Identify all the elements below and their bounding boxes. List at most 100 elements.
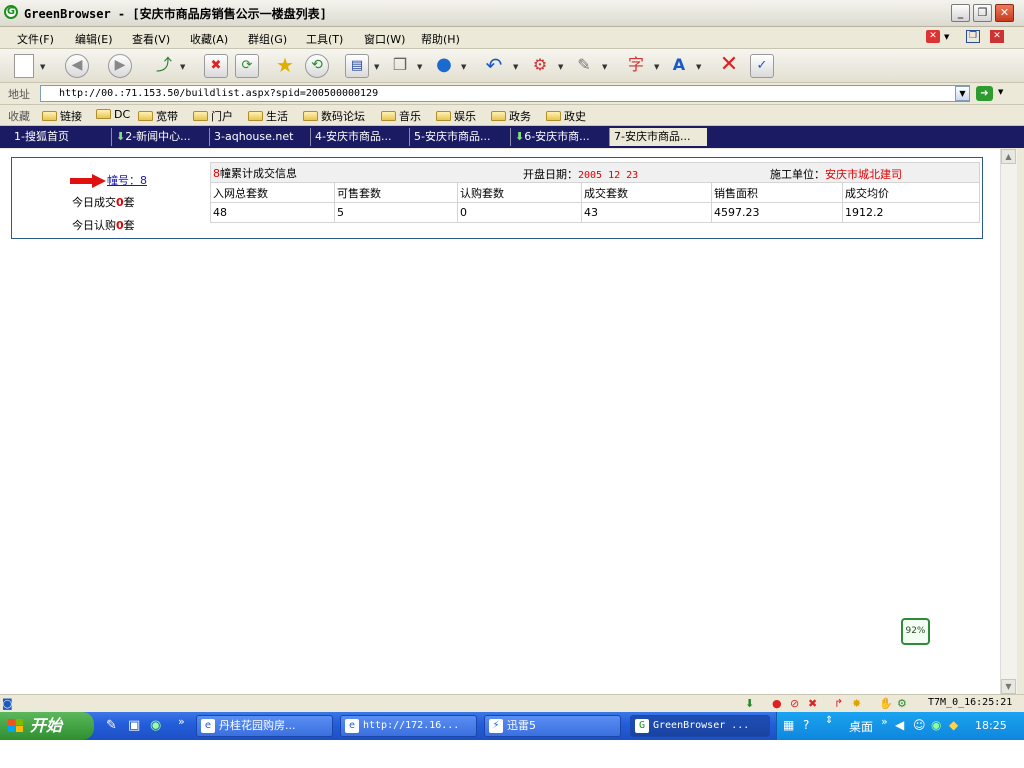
- fav-links[interactable]: 链接: [42, 108, 82, 124]
- tray-arrows-icon[interactable]: ⇕: [825, 715, 833, 726]
- history-icon[interactable]: ⟲: [305, 54, 329, 78]
- undo-icon[interactable]: ↶: [482, 54, 506, 78]
- go-button[interactable]: ➜: [976, 86, 993, 101]
- folder-icon: [436, 111, 451, 121]
- scroll-down-icon[interactable]: ▼: [1001, 679, 1016, 694]
- favorite-star-icon[interactable]: ★: [273, 54, 297, 78]
- restore-button[interactable]: ❐: [973, 4, 992, 22]
- plugin-icon[interactable]: ⚙: [528, 54, 552, 78]
- chevron-down-icon[interactable]: ▼: [461, 63, 466, 71]
- task-item[interactable]: ⚡ 迅雷5: [484, 715, 621, 737]
- chevron-down-icon[interactable]: ▼: [374, 63, 379, 71]
- building-number-link[interactable]: 幢号：8: [107, 172, 147, 188]
- menu-groups[interactable]: 群组(G): [248, 31, 287, 47]
- tray-expand-icon[interactable]: ◀: [895, 718, 904, 732]
- font-size-icon[interactable]: A: [667, 54, 691, 78]
- folder-icon: [491, 111, 506, 121]
- menu-tools[interactable]: 工具(T): [306, 31, 343, 47]
- check-document-icon[interactable]: ✓: [750, 54, 774, 78]
- fav-life[interactable]: 生活: [248, 108, 288, 124]
- restore-tab-icon[interactable]: ❐: [966, 30, 980, 43]
- menu-favorites[interactable]: 收藏(A): [190, 31, 228, 47]
- up-folder-icon[interactable]: ⤴: [152, 54, 176, 78]
- desktop-toolbar-label[interactable]: 桌面: [849, 718, 873, 735]
- tray-help-icon[interactable]: ?: [803, 718, 809, 732]
- menu-window[interactable]: 窗口(W): [364, 31, 405, 47]
- tab-5[interactable]: 5-安庆市商品...: [409, 128, 509, 146]
- tray-user-icon[interactable]: ☺: [913, 718, 926, 732]
- minimize-button[interactable]: _: [951, 4, 970, 22]
- tab-7-active[interactable]: 7-安庆市商品...: [609, 128, 707, 146]
- close-tab-icon[interactable]: ✕: [926, 30, 940, 43]
- fav-music[interactable]: 音乐: [381, 108, 421, 124]
- task-item-active[interactable]: G GreenBrowser ...: [630, 715, 770, 737]
- palette-icon[interactable]: ✎: [572, 54, 596, 78]
- quicklaunch-pen-icon[interactable]: ✎: [106, 718, 117, 733]
- flash-icon[interactable]: ✸: [852, 697, 861, 710]
- url-input[interactable]: http://00.:71.153.50/buildlist.aspx?spid…: [40, 85, 970, 102]
- fav-government[interactable]: 政务: [491, 108, 531, 124]
- chevron-down-icon[interactable]: ▼: [998, 88, 1003, 96]
- greenbrowser-app-icon[interactable]: G: [4, 5, 18, 19]
- zoom-indicator[interactable]: 92%: [901, 618, 930, 645]
- block-icon[interactable]: ●: [772, 697, 782, 710]
- fav-history[interactable]: 政史: [546, 108, 586, 124]
- hand-icon[interactable]: ✋: [879, 697, 893, 710]
- fav-broadband[interactable]: 宽带: [138, 108, 178, 124]
- translate-icon[interactable]: 字: [624, 54, 648, 78]
- back-icon[interactable]: ◀: [65, 54, 89, 78]
- chevron-down-icon[interactable]: ▼: [696, 63, 701, 71]
- fav-entertainment[interactable]: 娱乐: [436, 108, 476, 124]
- chevron-down-icon[interactable]: ▼: [602, 63, 607, 71]
- tab-1[interactable]: 1-搜狐首页: [10, 128, 110, 146]
- tray-more-icon[interactable]: »: [881, 715, 888, 728]
- close-x-icon[interactable]: ✕: [717, 54, 741, 78]
- quicklaunch-greenbrowser-icon[interactable]: ◉: [150, 718, 161, 733]
- chevron-down-icon[interactable]: ▼: [417, 63, 422, 71]
- refresh-icon[interactable]: ⟳: [235, 54, 259, 78]
- fav-dc[interactable]: DC: [96, 108, 130, 121]
- chevron-down-icon[interactable]: ▼: [654, 63, 659, 71]
- tab-2[interactable]: ⬇2-新闻中心...: [111, 128, 208, 146]
- menu-help[interactable]: 帮助(H): [421, 31, 460, 47]
- gear-icon[interactable]: ⚙: [897, 697, 907, 710]
- close-window-button[interactable]: ✕: [995, 4, 1014, 22]
- tab-label: 2-新闻中心...: [125, 130, 191, 143]
- tray-app-icon[interactable]: ▦: [783, 718, 794, 732]
- url-dropdown-icon[interactable]: ▼: [955, 86, 970, 101]
- menu-file[interactable]: 文件(F): [17, 31, 54, 47]
- tab-3[interactable]: 3-aqhouse.net: [209, 128, 309, 146]
- chevron-down-icon[interactable]: ▼: [513, 63, 518, 71]
- window-stack-icon[interactable]: ❒: [388, 54, 412, 78]
- no-script-icon[interactable]: ✖: [808, 697, 817, 710]
- start-button[interactable]: 开始: [0, 712, 94, 740]
- fav-digital-forum[interactable]: 数码论坛: [303, 108, 365, 124]
- tray-greenbrowser-icon[interactable]: ◉: [931, 718, 941, 732]
- forward-icon[interactable]: ▶: [108, 54, 132, 78]
- quicklaunch-desktop-icon[interactable]: ▣: [128, 718, 140, 733]
- chevron-down-icon[interactable]: ▼: [558, 63, 563, 71]
- no-popup-icon[interactable]: ⊘: [790, 697, 799, 710]
- chevron-down-icon[interactable]: ▼: [40, 63, 45, 71]
- globe-icon[interactable]: ●: [432, 54, 456, 78]
- new-page-icon[interactable]: [14, 54, 34, 78]
- download-icon[interactable]: ⬇: [745, 697, 754, 710]
- title-bar[interactable]: G GreenBrowser - [安庆市商品房销售公示一楼盘列表] _ ❐ ✕: [0, 0, 1024, 27]
- chevron-down-icon[interactable]: ▼: [944, 33, 949, 41]
- chevron-down-icon[interactable]: ▼: [180, 63, 185, 71]
- scroll-up-icon[interactable]: ▲: [1001, 149, 1016, 164]
- page-view-icon[interactable]: ▤: [345, 54, 369, 78]
- fav-portal[interactable]: 门户: [193, 108, 233, 124]
- vertical-scrollbar[interactable]: ▲ ▼: [1000, 149, 1017, 694]
- task-item[interactable]: e http://172.16...: [340, 715, 477, 737]
- menu-edit[interactable]: 编辑(E): [75, 31, 113, 47]
- task-item[interactable]: e 丹桂花园购房...: [196, 715, 333, 737]
- close-all-icon[interactable]: ✕: [990, 30, 1004, 43]
- quicklaunch-more-icon[interactable]: »: [178, 715, 185, 728]
- tab-4[interactable]: 4-安庆市商品...: [310, 128, 408, 146]
- tab-6[interactable]: ⬇6-安庆市商...: [510, 128, 608, 146]
- tray-shield-icon[interactable]: ◆: [949, 718, 958, 732]
- stop-icon[interactable]: ✖: [204, 54, 228, 78]
- menu-view[interactable]: 查看(V): [132, 31, 170, 47]
- redirect-icon[interactable]: ↱: [834, 697, 843, 710]
